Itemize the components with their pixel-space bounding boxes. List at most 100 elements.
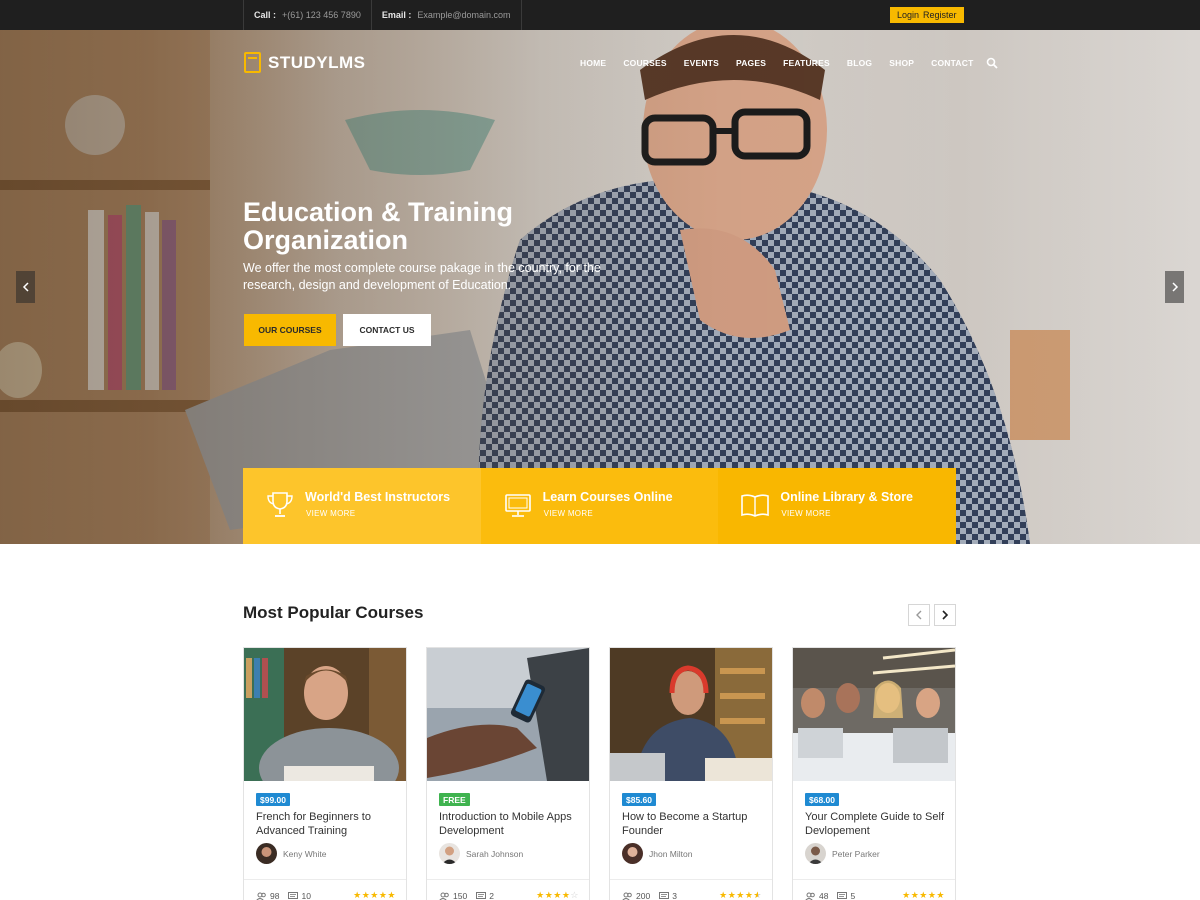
auth-links: Login Register	[890, 7, 964, 23]
rating-stars: ★★★★ ☆	[536, 890, 579, 900]
slider-prev-button[interactable]	[16, 271, 35, 303]
course-author[interactable]: Sarah Johnson	[439, 843, 523, 864]
email-address[interactable]: Example@domain.com	[417, 10, 510, 20]
chevron-left-icon	[22, 282, 29, 292]
course-thumbnail[interactable]	[610, 648, 772, 781]
users-icon	[622, 892, 632, 900]
nav-item-pages[interactable]: PAGES	[736, 58, 766, 68]
course-card[interactable]: FREE Introduction to Mobile Apps Develop…	[426, 647, 590, 900]
course-author[interactable]: Peter Parker	[805, 843, 880, 864]
course-author[interactable]: Jhon Milton	[622, 843, 692, 864]
nav-item-blog[interactable]: BLOG	[847, 58, 872, 68]
login-link[interactable]: Login	[895, 10, 921, 20]
avatar	[622, 843, 643, 864]
price-badge: FREE	[439, 793, 470, 806]
nav-item-contact[interactable]: CONTACT	[931, 58, 973, 68]
course-image	[610, 648, 772, 781]
phone-number[interactable]: +(61) 123 456 7890	[282, 10, 361, 20]
course-card[interactable]: $68.00 Your Complete Guide to Self Devlo…	[792, 647, 956, 900]
course-image	[793, 648, 955, 781]
price-badge: $68.00	[805, 793, 839, 806]
top-bar: Call : +(61) 123 456 7890 Email : Exampl…	[0, 0, 1200, 30]
brand-name: STUDYLMS	[268, 52, 366, 72]
author-name: Jhon Milton	[649, 848, 693, 859]
feature-library-store[interactable]: Online Library & Store VIEW MORE	[718, 468, 957, 544]
students-count: 98	[256, 891, 279, 900]
course-meta: 48 5	[805, 891, 864, 900]
feature-online-courses[interactable]: Learn Courses Online VIEW MORE	[480, 468, 719, 544]
comment-icon	[659, 891, 670, 899]
nav-item-shop[interactable]: SHOP	[889, 58, 914, 68]
view-more-link[interactable]: VIEW MORE	[306, 509, 355, 518]
course-thumbnail[interactable]	[427, 648, 589, 781]
chevron-left-icon	[916, 610, 922, 620]
book-icon	[741, 494, 770, 517]
trophy-icon	[267, 492, 293, 517]
register-link[interactable]: Register	[921, 10, 959, 20]
course-image	[427, 648, 589, 781]
book-logo-icon	[244, 52, 261, 73]
nav-item-home[interactable]: HOME	[580, 58, 606, 68]
course-author[interactable]: Keny White	[256, 843, 326, 864]
feature-title: Learn Courses Online	[542, 490, 673, 504]
call-label: Call :	[254, 10, 277, 20]
comments-value: 10	[301, 891, 311, 900]
course-card[interactable]: $85.60 How to Become a Startup Founder J…	[609, 647, 773, 900]
nav-item-courses[interactable]: COURSES	[623, 58, 666, 68]
card-divider	[427, 879, 589, 880]
search-icon[interactable]	[986, 56, 1000, 70]
comments-value: 3	[672, 891, 677, 900]
avatar	[805, 843, 826, 864]
students-count: 48	[805, 891, 828, 900]
course-title[interactable]: Introduction to Mobile Apps Development	[439, 810, 579, 838]
price-badge: $99.00	[256, 793, 290, 806]
courses-prev-button[interactable]	[908, 604, 930, 626]
course-card[interactable]: $99.00 French for Beginners to Advanced …	[243, 647, 407, 900]
card-divider	[793, 879, 955, 880]
course-title[interactable]: Your Complete Guide to Self Devlopement	[805, 810, 945, 838]
course-thumbnail[interactable]	[244, 648, 406, 781]
nav-item-events[interactable]: EVENTS	[684, 58, 719, 68]
hero-slider: STUDYLMS HOME COURSES EVENTS PAGES FEATU…	[0, 30, 1200, 544]
contact-info: Call : +(61) 123 456 7890 Email : Exampl…	[243, 0, 522, 30]
view-more-link[interactable]: VIEW MORE	[544, 509, 593, 518]
comments-count: 10	[288, 891, 311, 900]
users-icon	[805, 892, 815, 900]
avatar	[256, 843, 277, 864]
feature-instructors[interactable]: World'd Best Instructors VIEW MORE	[243, 468, 481, 544]
hero-title: Education & Training Organization	[243, 197, 514, 255]
section-title: Most Popular Courses	[243, 603, 424, 622]
courses-next-button[interactable]	[934, 604, 956, 626]
course-title[interactable]: How to Become a Startup Founder	[622, 810, 762, 838]
chevron-right-icon	[942, 610, 949, 620]
rating-stars: ★★★★★	[353, 890, 396, 900]
card-divider	[610, 879, 772, 880]
students-value: 150	[453, 891, 468, 900]
contact-us-button[interactable]: CONTACT US	[343, 314, 431, 346]
students-value: 200	[636, 891, 651, 900]
comment-icon	[288, 891, 299, 899]
our-courses-button[interactable]: OUR COURSES	[244, 314, 336, 346]
nav-item-features[interactable]: FEATURES	[783, 58, 830, 68]
students-count: 200	[622, 891, 650, 900]
comment-icon	[837, 891, 848, 899]
course-title[interactable]: French for Beginners to Advanced Trainin…	[256, 810, 396, 838]
view-more-link[interactable]: VIEW MORE	[781, 509, 830, 518]
students-count: 150	[439, 891, 467, 900]
email-label: Email :	[381, 10, 412, 20]
email-info: Email : Example@domain.com	[370, 0, 522, 30]
users-icon	[256, 892, 266, 900]
course-meta: 150 2	[439, 891, 503, 900]
price-badge: $85.60	[622, 793, 656, 806]
comments-count: 2	[476, 891, 494, 900]
users-icon	[439, 892, 449, 900]
author-name: Peter Parker	[832, 848, 880, 859]
monitor-icon	[504, 494, 531, 517]
author-name: Sarah Johnson	[466, 848, 524, 859]
course-thumbnail[interactable]	[793, 648, 955, 781]
author-name: Keny White	[283, 848, 327, 859]
site-logo[interactable]: STUDYLMS	[244, 52, 366, 73]
comments-value: 2	[489, 891, 494, 900]
hero-subtitle: We offer the most complete course pakage…	[243, 261, 601, 292]
slider-next-button[interactable]	[1165, 271, 1184, 303]
